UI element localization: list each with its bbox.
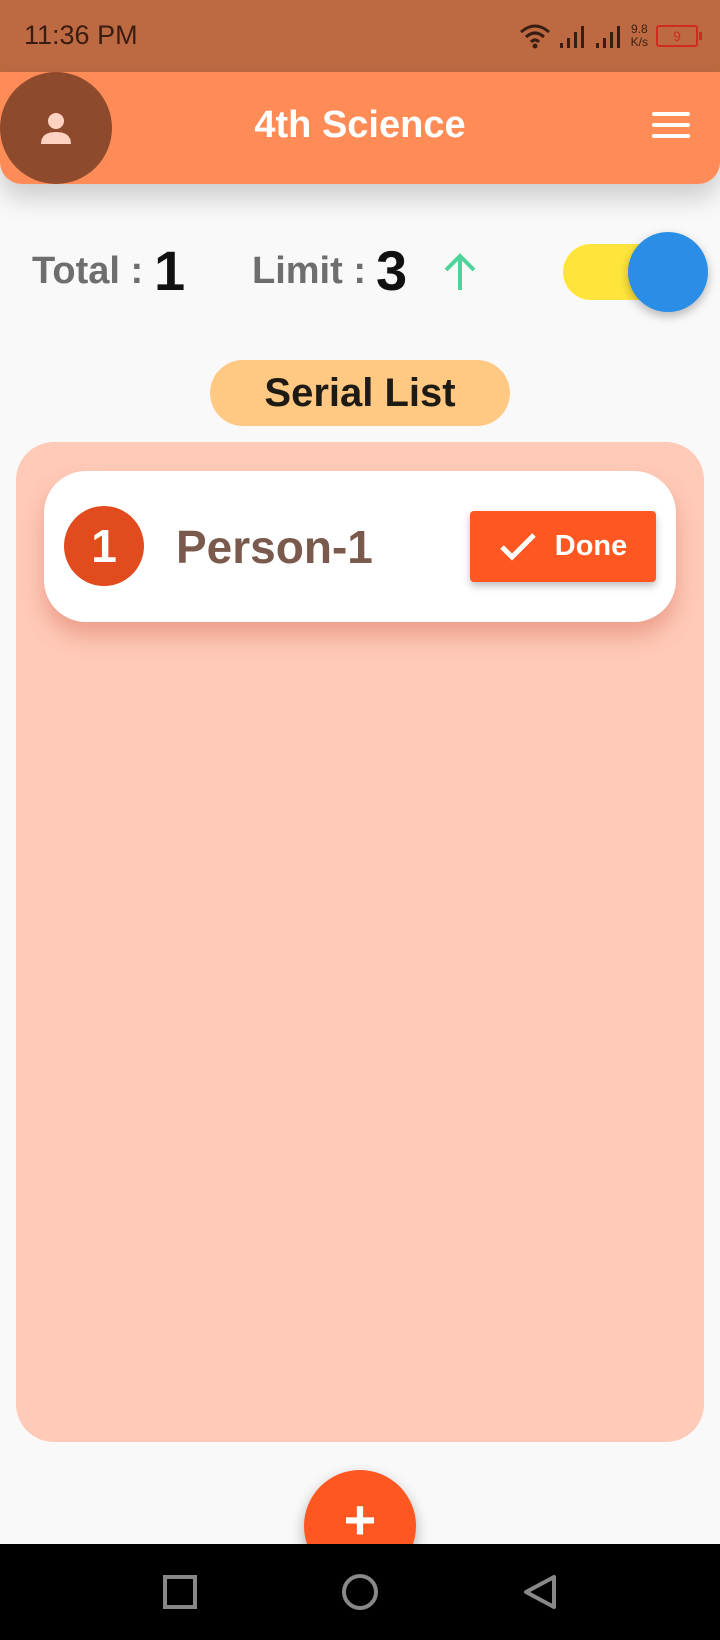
home-icon[interactable] [340,1574,380,1614]
signal-icon [559,26,584,48]
status-bar: 11:36 PM 9.8 K/s 9 [0,0,720,72]
toggle-knob[interactable] [628,232,708,312]
total-label: Total : [32,250,144,292]
serial-list-title: Serial List [210,360,510,426]
status-time: 11:36 PM [24,20,138,50]
signal-icon [595,26,620,48]
arrow-up-icon[interactable] [440,250,480,292]
serial-number-badge: 1 [64,506,144,586]
limit-value: 3 [376,239,408,302]
navigation-bar [0,1544,720,1640]
back-icon[interactable] [522,1574,558,1610]
status-icons: 9.8 K/s 9 [519,18,702,54]
check-icon [499,532,536,561]
add-icon: + [343,1488,377,1551]
battery-level: 9 [673,28,681,44]
limit-label: Limit : [252,250,366,292]
hamburger-menu-icon[interactable] [652,112,690,142]
done-button-label: Done [554,530,628,562]
total-value: 1 [154,239,186,302]
network-speed: 9.8 K/s [631,23,648,49]
network-speed-unit: K/s [630,35,648,49]
battery-icon: 9 [656,25,702,47]
recent-apps-icon[interactable] [162,1574,198,1610]
page-title: 4th Science [254,104,466,146]
done-button[interactable]: Done [470,511,656,582]
person-name: Person-1 [176,521,373,573]
wifi-icon [519,24,550,49]
